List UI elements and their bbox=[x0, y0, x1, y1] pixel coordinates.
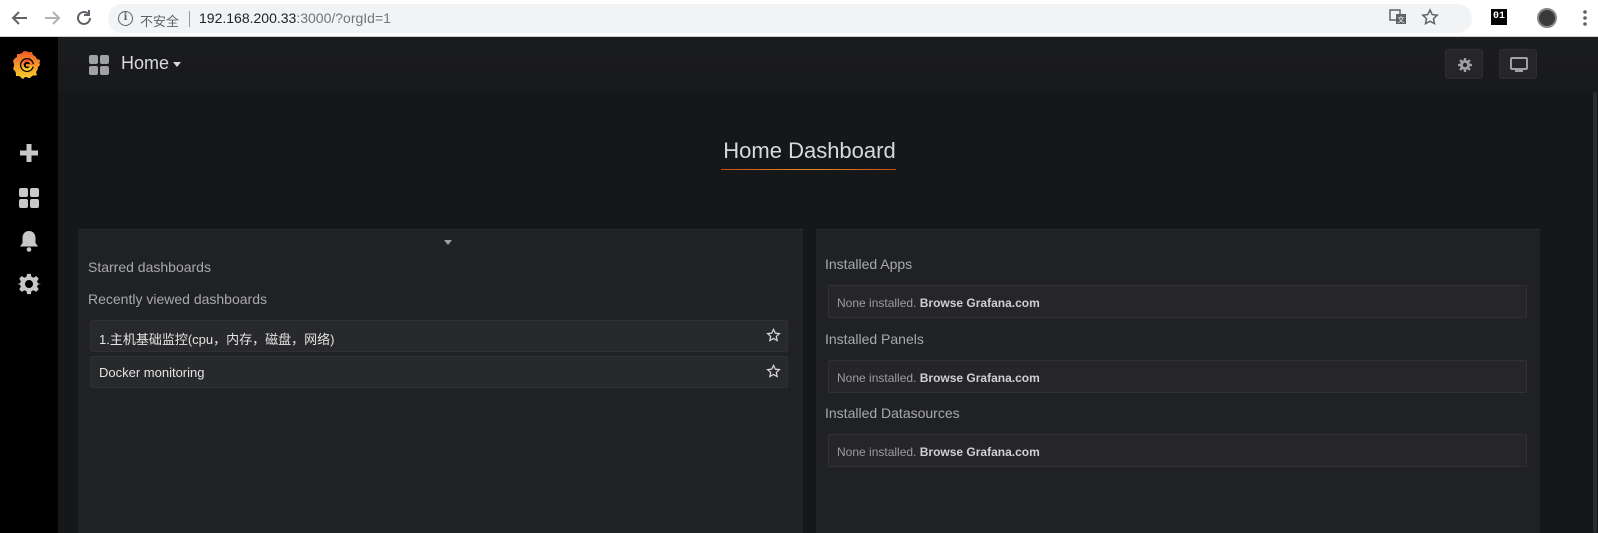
address-bar[interactable]: i 不安全 192.168.200.33:3000/?orgId=1 文 bbox=[108, 4, 1472, 33]
none-installed-text: None installed. bbox=[837, 296, 917, 310]
bell-icon[interactable] bbox=[17, 229, 41, 253]
settings-button[interactable] bbox=[1445, 49, 1483, 79]
dashboard-picker[interactable]: Home bbox=[121, 53, 182, 74]
view-mode-button[interactable] bbox=[1499, 49, 1537, 79]
sidemenu bbox=[0, 37, 58, 533]
gear-icon bbox=[1458, 58, 1472, 72]
installed-datasources-title: Installed Datasources bbox=[825, 405, 960, 421]
page-title: Home Dashboard bbox=[723, 138, 896, 163]
list-item[interactable]: 1.主机基础监控(cpu，内存，磁盘，网络) bbox=[90, 320, 788, 352]
dashboards-grid-icon[interactable] bbox=[17, 186, 41, 210]
installed-panels-box: None installed. Browse Grafana.com bbox=[828, 360, 1527, 393]
url-host: 192.168.200.33 bbox=[199, 10, 297, 26]
scrollbar[interactable] bbox=[1593, 92, 1597, 533]
list-item[interactable]: Docker monitoring bbox=[90, 356, 788, 388]
dashlist-panel: Starred dashboards Recently viewed dashb… bbox=[78, 229, 803, 533]
dashboard-link[interactable]: Docker monitoring bbox=[99, 365, 205, 380]
browse-grafana-link[interactable]: Browse Grafana.com bbox=[920, 445, 1040, 459]
dashboard-link[interactable]: 1.主机基础监控(cpu，内存，磁盘，网络) bbox=[99, 329, 334, 348]
installed-datasources-box: None installed. Browse Grafana.com bbox=[828, 434, 1527, 467]
monitor-icon bbox=[1510, 57, 1528, 72]
insecure-label[interactable]: 不安全 bbox=[140, 11, 179, 30]
dashboard-title: Home bbox=[121, 53, 170, 73]
extension-01-icon[interactable]: 01 bbox=[1491, 9, 1507, 25]
info-icon[interactable]: i bbox=[118, 11, 133, 26]
heading-underline bbox=[721, 169, 896, 170]
url-text[interactable]: 192.168.200.33:3000/?orgId=1 bbox=[199, 10, 391, 26]
chevron-down-icon[interactable] bbox=[444, 240, 452, 245]
top-navbar: Home bbox=[58, 37, 1598, 92]
profile-avatar-icon[interactable] bbox=[1537, 8, 1557, 28]
url-separator bbox=[189, 11, 190, 27]
none-installed-text: None installed. bbox=[837, 445, 917, 459]
dashboards-grid-icon bbox=[88, 54, 110, 76]
installed-apps-box: None installed. Browse Grafana.com bbox=[828, 285, 1527, 318]
svg-text:文: 文 bbox=[1398, 15, 1405, 24]
installed-apps-title: Installed Apps bbox=[825, 256, 913, 272]
back-arrow-icon[interactable] bbox=[9, 7, 31, 29]
chevron-down-icon bbox=[173, 61, 182, 67]
browser-toolbar: i 不安全 192.168.200.33:3000/?orgId=1 文 01 bbox=[0, 0, 1598, 37]
reload-icon[interactable] bbox=[73, 7, 95, 29]
translate-icon[interactable]: 文 bbox=[1388, 8, 1408, 28]
browse-grafana-link[interactable]: Browse Grafana.com bbox=[920, 371, 1040, 385]
main-content: Home Home Dashboard Starred dashboards R… bbox=[58, 37, 1598, 533]
url-path: :3000/?orgId=1 bbox=[296, 10, 391, 26]
pluginlist-panel: Installed Apps None installed. Browse Gr… bbox=[816, 229, 1540, 533]
installed-panels-title: Installed Panels bbox=[825, 331, 924, 347]
forward-arrow-icon[interactable] bbox=[41, 7, 63, 29]
menu-dots-icon[interactable] bbox=[1578, 7, 1592, 29]
gear-icon[interactable] bbox=[17, 272, 41, 296]
grafana-logo-icon[interactable] bbox=[12, 48, 42, 80]
recent-dashboards-title: Recently viewed dashboards bbox=[88, 291, 267, 307]
star-icon[interactable] bbox=[766, 328, 781, 343]
browse-grafana-link[interactable]: Browse Grafana.com bbox=[920, 296, 1040, 310]
star-icon[interactable] bbox=[766, 364, 781, 379]
starred-dashboards-title: Starred dashboards bbox=[88, 259, 211, 275]
bookmark-star-icon[interactable] bbox=[1420, 8, 1440, 28]
plus-icon[interactable] bbox=[17, 141, 41, 165]
none-installed-text: None installed. bbox=[837, 371, 917, 385]
